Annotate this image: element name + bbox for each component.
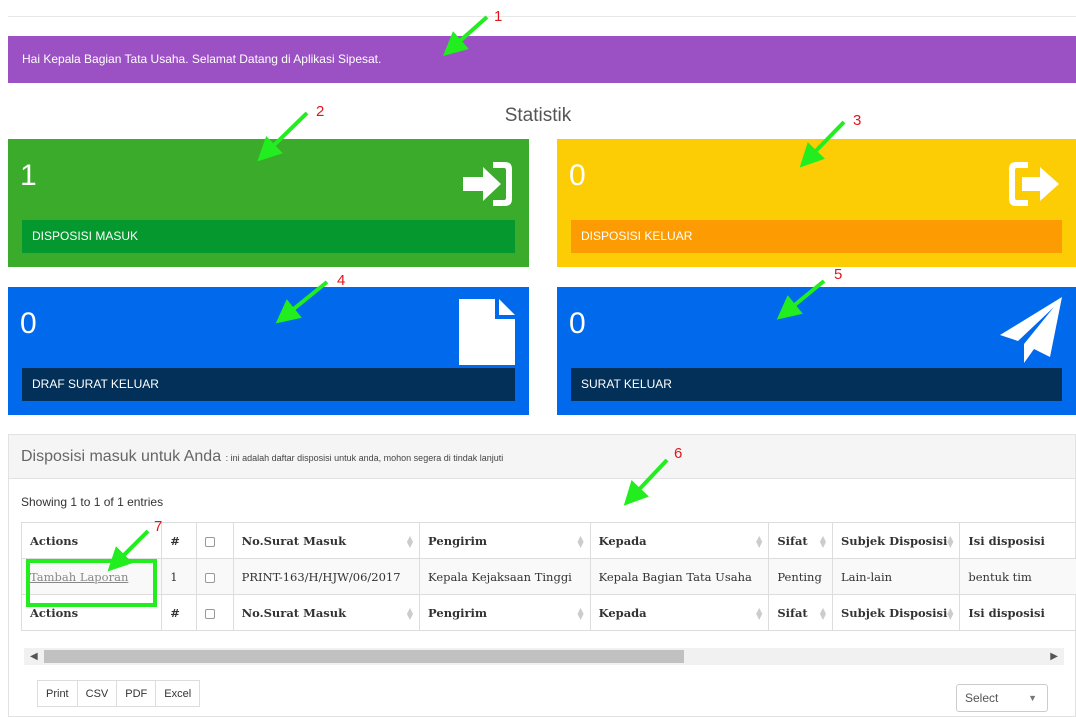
sort-icon: ▲ ▼ (819, 605, 826, 621)
row-checkbox[interactable] (205, 572, 216, 583)
row-number: 1 (161, 558, 198, 595)
excel-button[interactable]: Excel (155, 680, 201, 707)
sort-icon: ▲ ▼ (577, 605, 584, 621)
col-kepada[interactable]: Kepada ▲ ▼ (589, 594, 770, 631)
col-pengirim[interactable]: Pengirim ▲ ▼ (419, 522, 591, 559)
horizontal-scrollbar[interactable]: ◀ ▶ (24, 648, 1064, 665)
tile-disposisi-keluar[interactable]: 0 DISPOSISI KELUAR (557, 139, 1076, 267)
col-number: # (161, 522, 198, 559)
annotation-label-4: 4 (337, 272, 346, 289)
col-subjek[interactable]: Subjek Disposisi ▲ ▼ (831, 594, 961, 631)
annotation-label-3: 3 (853, 112, 862, 129)
select-value: Select (965, 691, 999, 705)
annotation-label-2: 2 (316, 103, 325, 120)
tile-label: DISPOSISI KELUAR (571, 220, 1062, 253)
file-icon (459, 299, 515, 370)
col-no-surat[interactable]: No.Surat Masuk ▲ ▼ (232, 594, 421, 631)
panel-header: Disposisi masuk untuk Anda : ini adalah … (9, 435, 1075, 479)
sort-icon: ▲ ▼ (756, 533, 763, 549)
tile-label: DISPOSISI MASUK (22, 220, 515, 253)
col-kepada[interactable]: Kepada ▲ ▼ (589, 522, 770, 559)
scroll-left-icon[interactable]: ◀ (30, 651, 38, 662)
scrollbar-thumb[interactable] (44, 650, 684, 663)
col-isi[interactable]: Isi disposisi (959, 594, 1076, 631)
subjek-cell: Lain-lain (831, 558, 961, 595)
sort-icon: ▲ ▼ (819, 533, 826, 549)
sort-icon: ▲ ▼ (577, 533, 584, 549)
tile-count: 1 (20, 159, 37, 192)
panel-subtitle: : ini adalah daftar disposisi untuk anda… (225, 453, 504, 463)
statistik-title: Statistik (504, 105, 572, 126)
sifat-cell: Penting (768, 558, 833, 595)
no-surat-cell: PRINT-163/H/HJW/06/2017 (232, 558, 421, 595)
table-row: Tambah Laporan 1 PRINT-163/H/HJW/06/2017… (21, 558, 1076, 595)
col-no-surat[interactable]: No.Surat Masuk ▲ ▼ (232, 522, 421, 559)
sort-icon: ▲ ▼ (406, 605, 414, 621)
kepada-cell: Kepala Bagian Tata Usaha (589, 558, 770, 595)
table-footer-row: Actions # No.Surat Masuk ▲ ▼ Pengirim ▲ ▼ Ke… (21, 594, 1076, 631)
tile-surat-keluar[interactable]: 0 SURAT KELUAR (557, 287, 1076, 415)
tile-disposisi-masuk[interactable]: 1 DISPOSISI MASUK (8, 139, 529, 267)
col-checkbox (196, 594, 234, 631)
column-select[interactable]: Select ▼ (956, 684, 1048, 712)
divider (8, 16, 1076, 17)
tile-label: SURAT KELUAR (571, 368, 1062, 401)
print-button[interactable]: Print (37, 680, 78, 707)
col-checkbox[interactable] (196, 522, 234, 559)
scroll-right-icon[interactable]: ▶ (1050, 651, 1058, 662)
sort-icon: ▲ ▼ (756, 605, 763, 621)
pdf-button[interactable]: PDF (116, 680, 157, 707)
disposisi-table: Actions # No.Surat Masuk ▲ ▼ Pengirim ▲ ▼ Ke… (21, 522, 1076, 631)
col-number: # (161, 594, 198, 631)
col-sifat[interactable]: Sifat ▲ ▼ (768, 522, 833, 559)
col-pengirim[interactable]: Pengirim ▲ ▼ (419, 594, 591, 631)
tile-count: 0 (20, 307, 37, 340)
table-container: Actions # No.Surat Masuk ▲ ▼ Pengirim ▲ ▼ Ke… (21, 522, 1076, 646)
page: Hai Kepala Bagian Tata Usaha. Selamat Da… (0, 0, 1076, 717)
paper-plane-icon (1000, 297, 1062, 368)
actions-cell: Tambah Laporan (21, 558, 163, 595)
isi-cell: bentuk tim (959, 558, 1076, 595)
sort-icon: ▲ ▼ (947, 605, 954, 621)
welcome-banner: Hai Kepala Bagian Tata Usaha. Selamat Da… (8, 36, 1076, 83)
select-all-checkbox[interactable] (205, 536, 216, 547)
col-actions: Actions (21, 594, 163, 631)
tambah-laporan-button[interactable]: Tambah Laporan (30, 570, 128, 584)
export-buttons: Print CSV PDF Excel (37, 680, 201, 707)
sort-icon: ▲ ▼ (947, 533, 954, 549)
col-subjek[interactable]: Subjek Disposisi ▲ ▼ (831, 522, 961, 559)
row-checkbox-cell (196, 558, 234, 595)
col-isi[interactable]: Isi disposisi (959, 522, 1076, 559)
sign-out-icon (1006, 159, 1062, 214)
tile-count: 0 (569, 159, 586, 192)
table-header-row: Actions # No.Surat Masuk ▲ ▼ Pengirim ▲ ▼ Ke… (21, 522, 1076, 559)
annotation-label-1: 1 (494, 8, 503, 25)
col-sifat[interactable]: Sifat ▲ ▼ (768, 594, 833, 631)
annotation-label-7: 7 (154, 518, 163, 535)
annotation-label-5: 5 (834, 266, 843, 283)
disposisi-panel: Disposisi masuk untuk Anda : ini adalah … (8, 434, 1076, 717)
panel-title: Disposisi masuk untuk Anda (21, 448, 222, 465)
csv-button[interactable]: CSV (76, 680, 118, 707)
footer-checkbox[interactable] (205, 608, 216, 619)
tile-label: DRAF SURAT KELUAR (22, 368, 515, 401)
chevron-down-icon: ▼ (1028, 693, 1037, 703)
entries-info: Showing 1 to 1 of 1 entries (21, 495, 164, 509)
col-actions: Actions (21, 522, 163, 559)
sign-in-icon (459, 159, 515, 214)
tile-count: 0 (569, 307, 586, 340)
annotation-label-6: 6 (674, 445, 683, 462)
pengirim-cell: Kepala Kejaksaan Tinggi (419, 558, 591, 595)
sort-icon: ▲ ▼ (406, 533, 414, 549)
tile-draf-surat-keluar[interactable]: 0 DRAF SURAT KELUAR (8, 287, 529, 415)
